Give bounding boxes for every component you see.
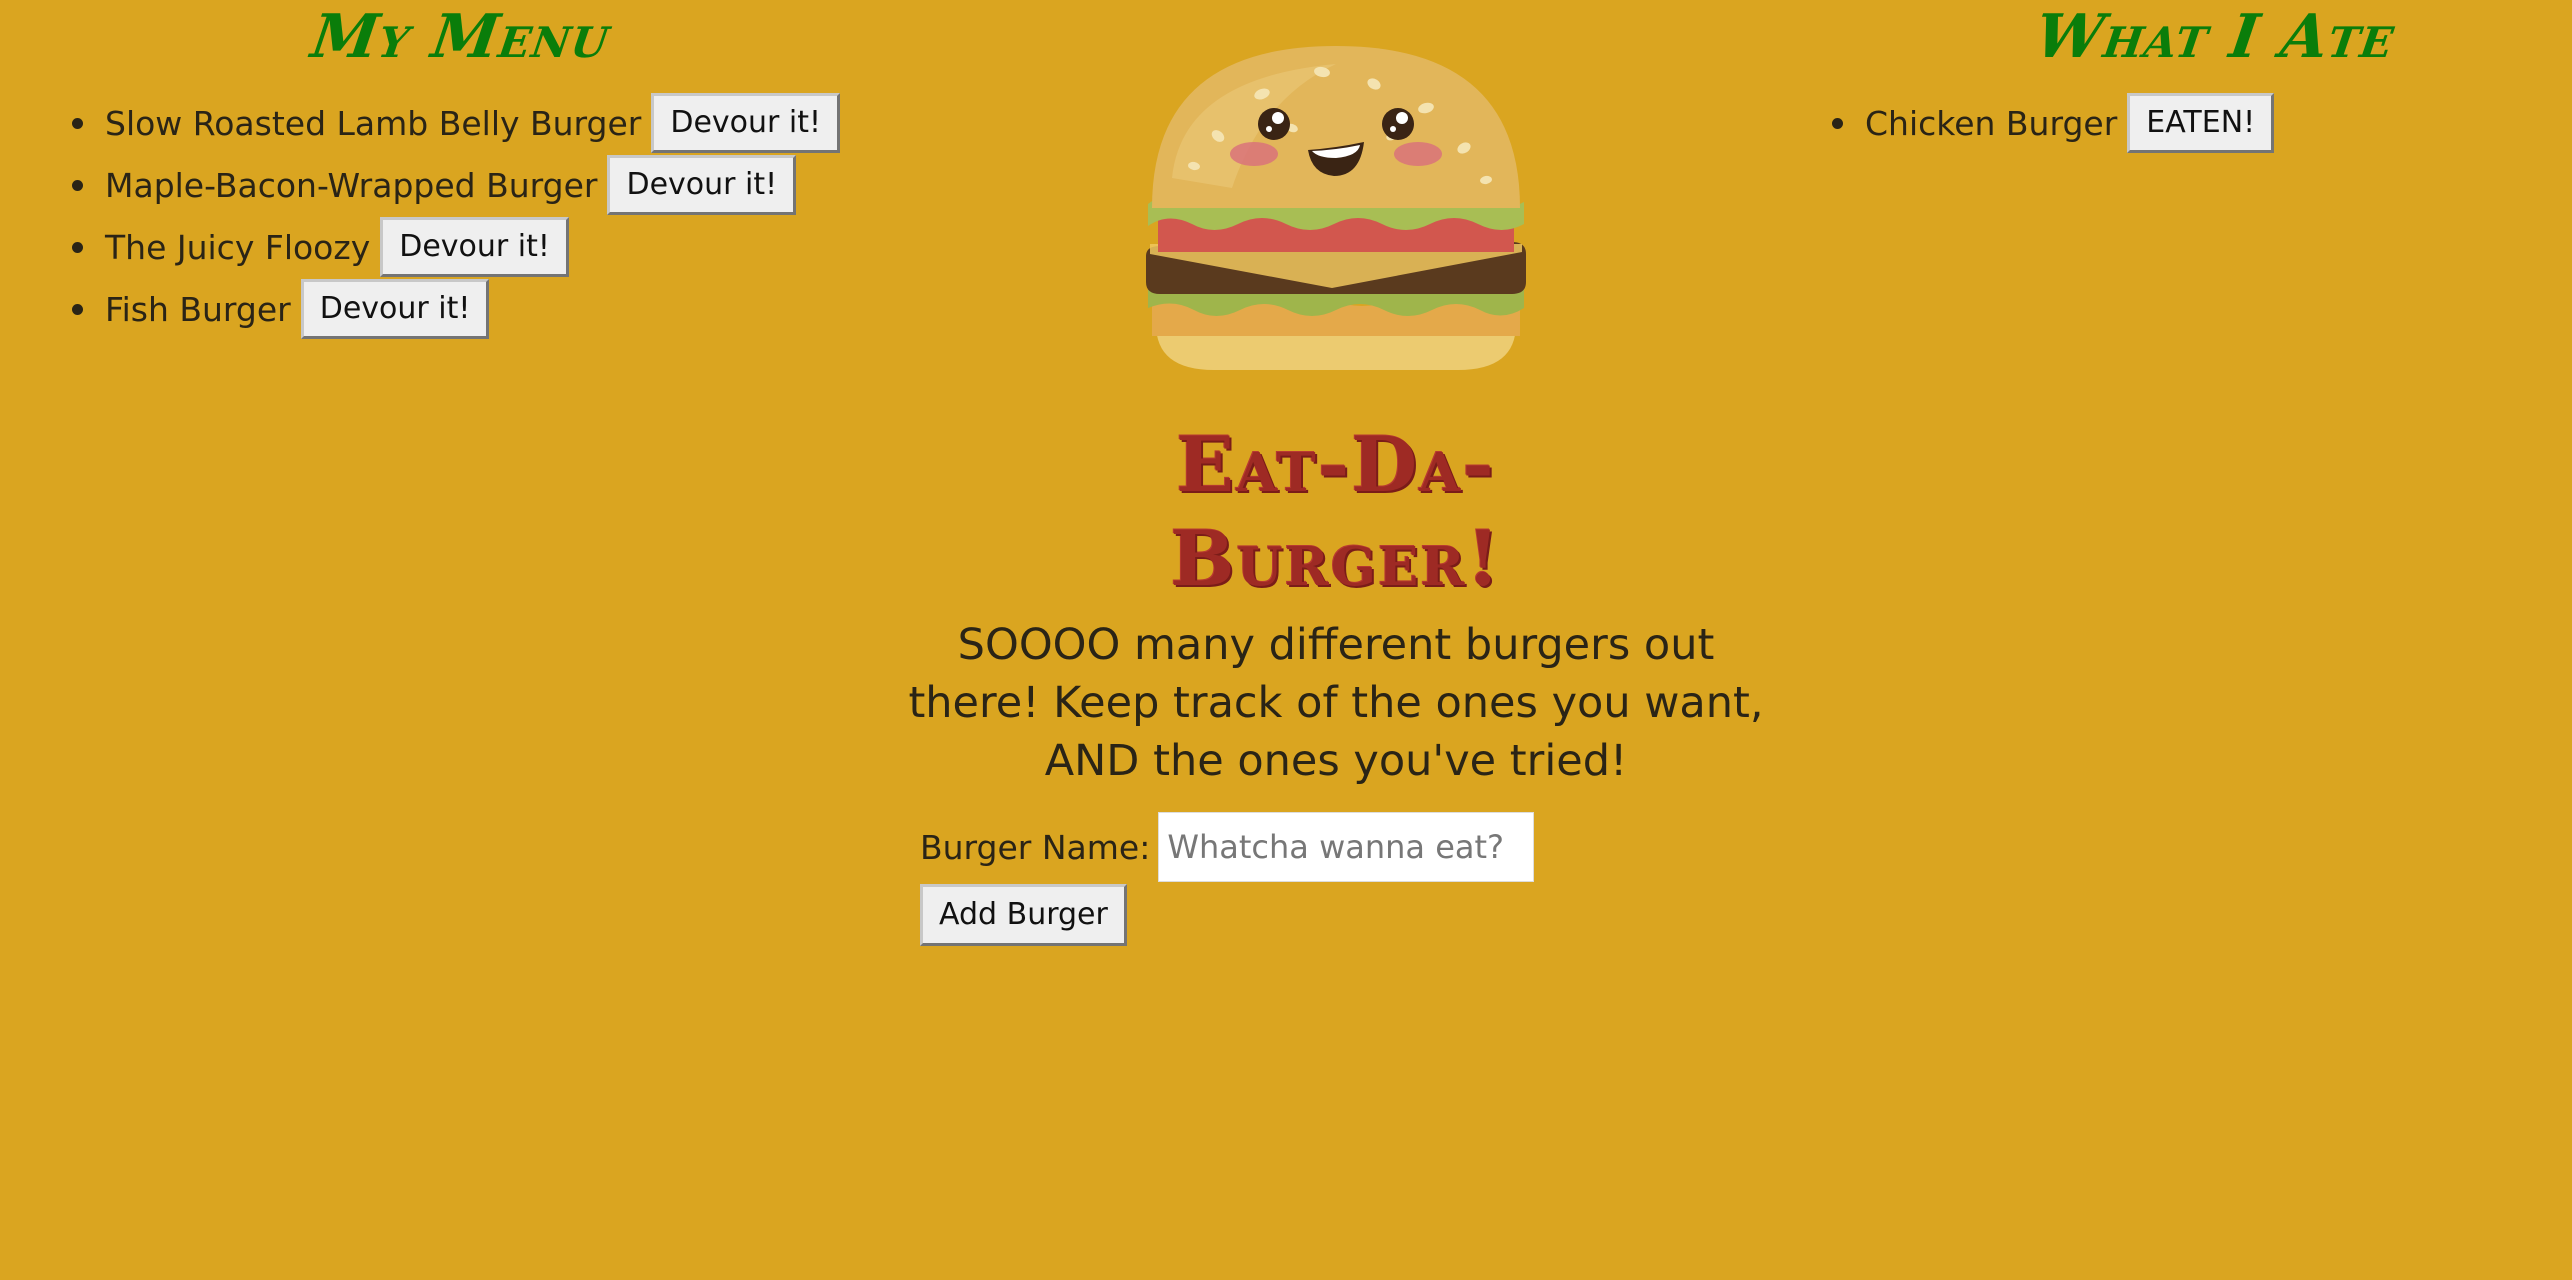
tagline: SOOOO many different burgers out there! …	[908, 620, 1764, 786]
list-item: Fish Burger Devour it!	[72, 278, 840, 340]
burger-name: Maple-Bacon-Wrapped Burger	[105, 165, 598, 205]
bullet-icon	[72, 241, 83, 253]
bullet-icon	[72, 117, 83, 129]
eaten-title: What I Ate	[2031, 2, 2400, 72]
burger-name: Chicken Burger	[1865, 103, 2118, 143]
list-item: Chicken Burger EATEN!	[1832, 92, 2275, 154]
menu-title: My Menu	[307, 2, 615, 72]
list-item: Maple-Bacon-Wrapped Burger Devour it!	[72, 154, 840, 216]
burger-name: Fish Burger	[105, 289, 291, 329]
bullet-icon	[72, 179, 83, 191]
eaten-list: Chicken Burger EATEN!	[1832, 92, 2275, 154]
burger-name-row: Burger Name:	[920, 812, 1535, 882]
devour-button[interactable]: Devour it!	[651, 93, 841, 153]
list-item: Slow Roasted Lamb Belly Burger Devour it…	[72, 92, 841, 154]
site-title: Eat-Da-Burger!	[1170, 420, 1502, 603]
smiling-burger-illustration	[1146, 46, 1526, 370]
devour-button[interactable]: Devour it!	[607, 155, 797, 215]
burger-name: Slow Roasted Lamb Belly Burger	[105, 103, 642, 143]
add-burger-form: Burger Name: Add Burger	[920, 812, 1535, 946]
eaten-button[interactable]: EATEN!	[2127, 93, 2275, 153]
devour-button[interactable]: Devour it!	[300, 279, 490, 339]
list-item: The Juicy Floozy Devour it!	[72, 216, 840, 278]
burger-name-input[interactable]	[1158, 812, 1535, 882]
burger-name: The Juicy Floozy	[105, 227, 371, 267]
menu-list: Slow Roasted Lamb Belly Burger Devour it…	[72, 92, 841, 340]
burger-name-label: Burger Name:	[920, 827, 1151, 867]
bullet-icon	[1832, 117, 1843, 129]
bullet-icon	[72, 303, 83, 315]
devour-button[interactable]: Devour it!	[380, 217, 569, 277]
add-burger-button[interactable]: Add Burger	[920, 884, 1127, 946]
